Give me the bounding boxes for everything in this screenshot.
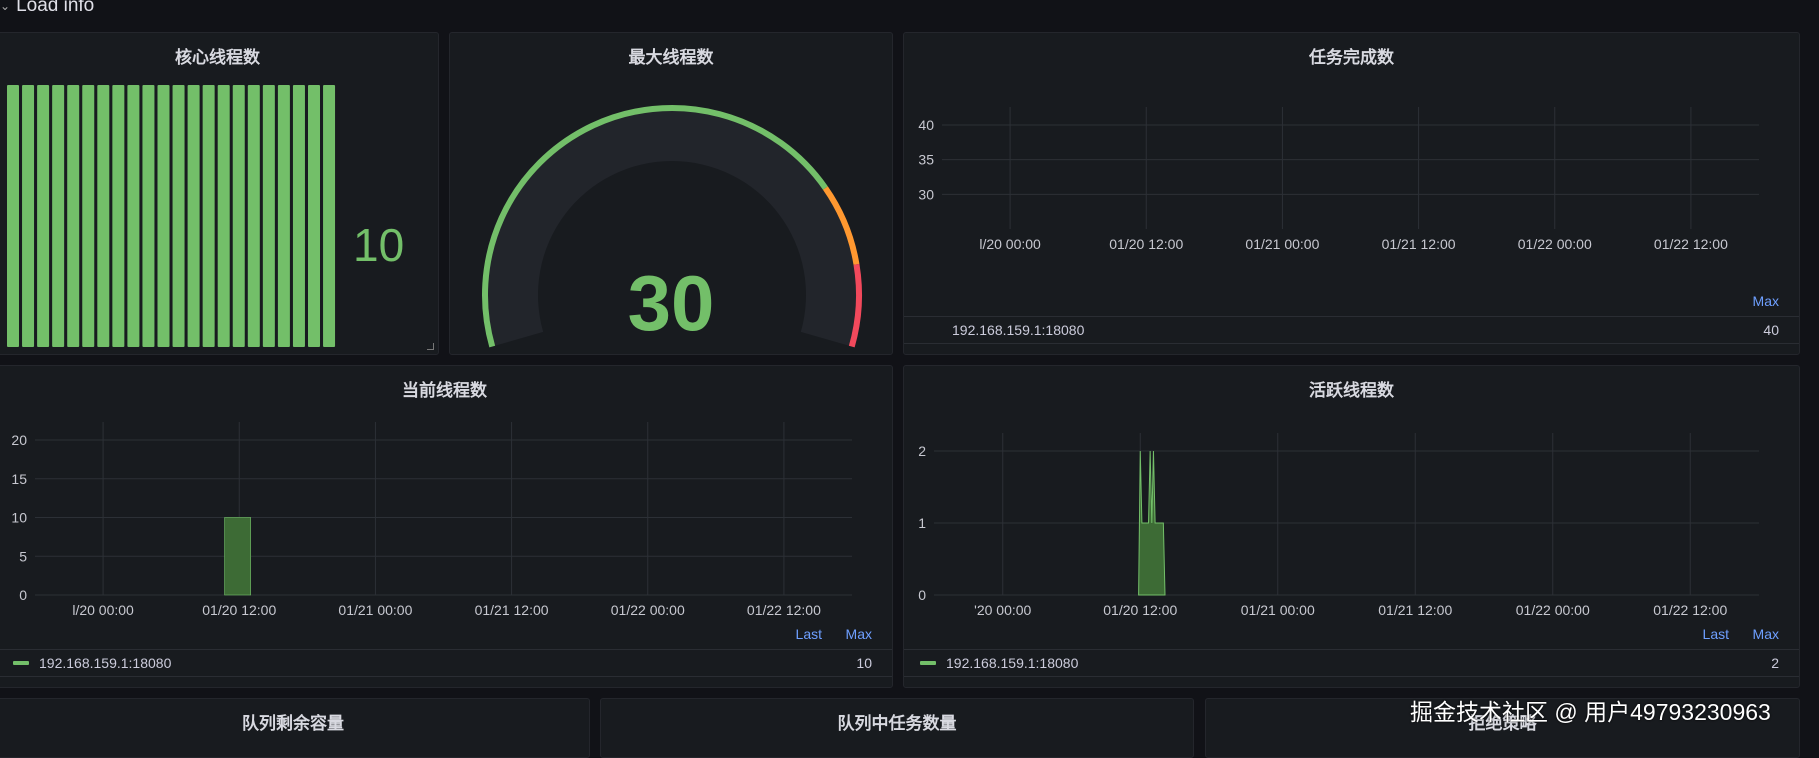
panel-current-threads[interactable]: 当前线程数 20 15 10 5 0 l/20 00:00 01/20 12:00 01/21… — [0, 365, 893, 688]
x-tick-label: 01/21 00:00 — [338, 602, 412, 618]
panel-title: 队列剩余容量 — [242, 714, 344, 733]
legend-series-name: 192.168.159.1:18080 — [952, 322, 1085, 338]
legend-row[interactable]: 192.168.159.1:18080 2 — [904, 649, 1799, 677]
time-series-chart: 40 35 30 l/20 00:00 01/20 12:00 01/21 00:00 01… — [918, 107, 1759, 252]
x-tick-label: 01/22 00:00 — [611, 602, 685, 618]
time-series-chart: 20 15 10 5 0 l/20 00:00 01/20 12:00 01/21 00:00… — [11, 422, 852, 618]
panel-queue-tasks[interactable]: 队列中任务数量 — [600, 698, 1194, 758]
x-tick-label: 01/21 12:00 — [1378, 602, 1452, 618]
legend-max-value: 2 — [1771, 655, 1779, 671]
legend-header-last[interactable]: Last — [796, 626, 822, 642]
legend-row[interactable]: 192.168.159.1:18080 10 — [0, 649, 892, 677]
y-tick-label: 2 — [918, 443, 926, 459]
y-tick-label: 35 — [918, 152, 934, 168]
row-header[interactable]: ⌄ Load info — [0, 0, 94, 20]
chevron-down-icon[interactable]: ⌄ — [0, 0, 10, 13]
x-tick-label: 01/21 00:00 — [1245, 236, 1319, 252]
legend-swatch — [13, 661, 29, 665]
panel-title: 队列中任务数量 — [837, 714, 957, 733]
legend-row[interactable]: 192.168.159.1:18080 40 — [904, 316, 1799, 344]
x-tick-label: 01/22 12:00 — [1653, 602, 1727, 618]
x-tick-label: 01/21 00:00 — [1241, 602, 1315, 618]
panel-queue-remaining[interactable]: 队列剩余容量 — [0, 698, 590, 758]
legend-max-value: 10 — [856, 655, 872, 671]
y-tick-label: 40 — [918, 117, 934, 133]
gauge-bar-segment — [52, 85, 65, 347]
legend-header-max[interactable]: Max — [1753, 626, 1779, 642]
gauge-bar-segment — [7, 85, 19, 347]
gauge-value: 30 — [627, 259, 715, 347]
x-tick-label: l/20 00:00 — [72, 602, 134, 618]
y-tick-label: 15 — [11, 471, 27, 487]
x-tick-label: 01/22 12:00 — [747, 602, 821, 618]
x-tick-label: '20 00:00 — [974, 602, 1031, 618]
gauge-bar-segment — [323, 85, 336, 347]
legend-header-max[interactable]: Max — [1753, 293, 1779, 309]
gauge-bar-segment — [37, 85, 50, 347]
x-tick-label: 01/21 12:00 — [1382, 236, 1456, 252]
panel-core-threads[interactable]: 核心线程数 10 — [0, 32, 439, 355]
resize-handle-icon[interactable] — [427, 343, 434, 350]
legend-series-name: 192.168.159.1:18080 — [946, 655, 1079, 671]
legend-max-value: 40 — [1763, 322, 1779, 338]
x-tick-label: 01/22 00:00 — [1516, 602, 1590, 618]
gauge-bar-segment — [308, 85, 320, 347]
data-bar — [224, 517, 251, 596]
gauge-bar-segment — [67, 85, 80, 347]
x-tick-label: 01/20 12:00 — [202, 602, 276, 618]
panel-active-threads[interactable]: 活跃线程数 2 1 0'20 00:00 01/20 12:00 01/21 00:00… — [903, 365, 1800, 688]
x-tick-label: 01/22 12:00 — [1654, 236, 1728, 252]
gauge-bar-segment — [262, 85, 275, 347]
data-area — [1138, 450, 1166, 596]
panel-max-threads[interactable]: 最大线程数 30 — [449, 32, 893, 355]
row-title: Load info — [16, 0, 95, 16]
watermark: 掘金技术社区 @ 用户49793230963 — [1410, 699, 1771, 725]
gauge-bar-segment — [292, 85, 305, 347]
gauge-bar-segment — [142, 85, 155, 347]
gauge-bar-segment — [187, 85, 200, 347]
y-tick-label: 10 — [11, 510, 27, 526]
gauge-bar-segment — [127, 85, 140, 347]
legend-swatch — [920, 661, 936, 665]
x-tick-label: l/20 00:00 — [979, 236, 1041, 252]
legend-header-last[interactable]: Last — [1703, 626, 1729, 642]
gauge-bar-segment — [232, 85, 245, 347]
time-series-chart: 2 1 0 '20 00:00 01/20 12:00 01/21 00:00 01/21 … — [918, 433, 1759, 618]
x-tick-label: 01/20 12:00 — [1103, 602, 1177, 618]
x-tick-label: 01/21 12:00 — [475, 602, 549, 618]
x-tick-label: 01/20 12:00 — [1109, 236, 1183, 252]
gauge-bar-segment — [202, 85, 215, 347]
x-tick-label: 01/22 00:00 — [1518, 236, 1592, 252]
gauge-bar-segment — [277, 85, 290, 347]
gauge-bar-segment — [97, 85, 110, 347]
y-tick-label: 30 — [918, 186, 934, 202]
bar-gauge — [7, 85, 336, 347]
legend-header-max[interactable]: Max — [846, 626, 872, 642]
gauge-bar-segment — [217, 85, 230, 347]
gauge-bar-segment — [172, 85, 185, 347]
y-tick-label: 0 — [19, 587, 27, 603]
gauge-bar-segment — [247, 85, 260, 347]
panel-tasks-completed[interactable]: 任务完成数 40 35 30 l/20 00:00 01/20 12:00 01/21 0… — [903, 32, 1800, 355]
y-tick-label: 1 — [918, 515, 926, 531]
stat-value: 10 — [353, 219, 405, 271]
y-tick-label: 0 — [918, 587, 926, 603]
gauge-bar-segment — [112, 85, 125, 347]
y-tick-label: 20 — [11, 432, 27, 448]
gauge-bar-segment — [22, 85, 35, 347]
gauge-bar-segment — [157, 85, 170, 347]
y-tick-label: 5 — [19, 548, 27, 564]
legend-series-name: 192.168.159.1:18080 — [39, 655, 172, 671]
gauge-bar-segment — [82, 85, 95, 347]
